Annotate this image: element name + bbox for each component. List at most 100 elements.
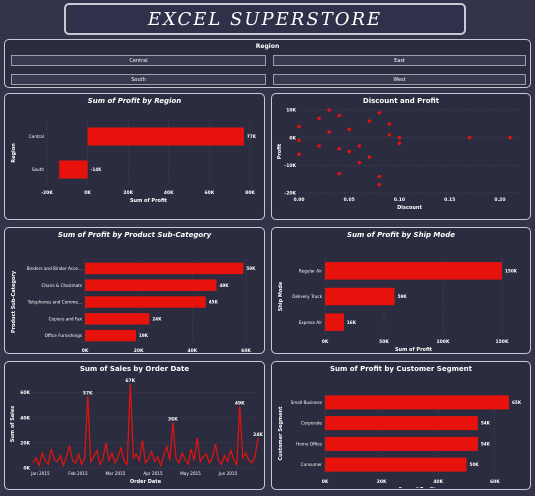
category-label: Chairs & Chairmats — [41, 283, 82, 288]
region-slicer: Region Central East South West — [4, 39, 531, 88]
slicer-title: Region — [255, 43, 280, 50]
category-label: Consumer — [301, 462, 323, 467]
profit-by-segment-panel: Sum of Profit by Customer Segment 0K 20K 4… — [271, 361, 531, 490]
x-tick-label: -20K — [41, 190, 53, 196]
data-label: 57K — [83, 390, 93, 396]
x-tick-label: 40K — [187, 348, 197, 352]
x-tick-label: 60K — [205, 190, 215, 196]
y-tick-label: 60K — [20, 390, 30, 396]
category-label: Office Furnishings — [45, 333, 82, 338]
chart-title: Sum of Profit by Product Sub-Category — [57, 231, 212, 239]
x-tick-label: 0K — [322, 479, 329, 485]
scatter-point — [347, 127, 351, 132]
x-axis-label: Sum of Profit — [398, 487, 436, 488]
y-tick-label: -20K — [284, 191, 296, 197]
x-tick-label: 50K — [379, 339, 389, 345]
category-label: Telephones and Comme... — [27, 300, 82, 305]
data-label: 77K — [247, 134, 257, 139]
scatter-point — [327, 108, 331, 112]
x-tick-label: 0.20 — [494, 197, 505, 203]
scatter-point — [468, 135, 472, 140]
dashboard-title: EXCEL SUPERSTORE — [147, 9, 383, 30]
profit-by-shipmode-chart: 0K 50K 100K 150K Regular Air 150K Delivery Tru… — [278, 258, 518, 352]
scatter-point — [297, 138, 301, 143]
profit-by-region-panel: Sum of Profit by Region -20K 0K 20K 40K 60K 8… — [4, 93, 265, 220]
data-label: 65K — [512, 400, 522, 405]
x-tick-label: 40K — [164, 190, 174, 196]
category-label: Central — [29, 134, 44, 139]
category-label: Express Air — [299, 320, 323, 325]
dashboard-title-panel: EXCEL SUPERSTORE — [64, 3, 466, 35]
discount-profit-panel: Discount and Profit 10K 0K -10K -20K 0.00 0.0… — [271, 93, 531, 220]
chart-title: Discount and Profit — [362, 97, 440, 105]
scatter-point — [317, 116, 321, 120]
y-axis-label: Product Sub-Category — [11, 270, 17, 333]
category-label: Binders and Binder Acce... — [27, 266, 82, 271]
x-axis-label: Sum of Profit — [395, 347, 433, 352]
scatter-point — [387, 122, 392, 126]
scatter-point — [377, 174, 382, 179]
scatter-point — [397, 135, 402, 140]
category-label: South — [32, 167, 45, 172]
scatter-point — [297, 152, 301, 156]
sales-by-date-panel: Sum of Sales by Order Date 0K 20K 40K 60K Ja… — [4, 361, 265, 490]
data-label: 59K — [398, 294, 408, 299]
scatter-point — [377, 183, 382, 187]
scatter-point — [337, 147, 341, 151]
bar — [85, 279, 217, 291]
x-tick-label: 0K — [322, 339, 329, 345]
x-tick-label: Feb 2015 — [68, 471, 88, 476]
category-label: Small Business — [291, 400, 322, 405]
x-tick-label: 20K — [377, 479, 387, 485]
chart-title: Sum of Profit by Region — [87, 97, 182, 105]
scatter-point — [327, 130, 331, 134]
scatter-point — [317, 144, 321, 148]
x-axis-label: Discount — [397, 205, 422, 211]
scatter-point — [337, 113, 341, 118]
data-label: 54K — [481, 441, 491, 446]
x-tick-label: 0.05 — [344, 197, 355, 203]
profit-by-subcategory-chart: 0K 20K 40K 60K Binders and Binder Acce... 59K… — [11, 260, 256, 352]
slicer-option-central[interactable]: Central — [11, 55, 266, 66]
bar — [85, 296, 206, 308]
x-tick-label: Apr 2015 — [143, 471, 163, 476]
slicer-option-west[interactable]: West — [273, 74, 526, 85]
x-tick-label: 40K — [433, 479, 443, 485]
data-label: 67K — [125, 378, 135, 384]
y-axis-label: Region — [11, 143, 17, 163]
y-axis-label: Ship Mode — [278, 281, 284, 311]
profit-by-subcategory-panel: Sum of Profit by Product Sub-Category 0K… — [4, 227, 265, 354]
y-tick-label: 0K — [23, 466, 30, 472]
y-tick-label: 10K — [286, 108, 296, 114]
scatter-point — [508, 135, 512, 140]
slicer-option-south[interactable]: South — [11, 74, 266, 85]
scatter-point — [387, 133, 392, 137]
x-tick-label: Jun 2015 — [218, 471, 238, 476]
data-label: 49K — [219, 283, 229, 288]
x-tick-label: 100K — [437, 339, 450, 345]
y-axis-label: Profit — [277, 143, 283, 159]
scatter-point — [367, 155, 372, 159]
x-axis-label: Sum of Profit — [130, 198, 168, 204]
data-label: 19K — [139, 333, 149, 338]
scatter-point — [297, 124, 301, 129]
x-tick-label: 20K — [123, 190, 133, 196]
slicer-option-east[interactable]: East — [273, 55, 526, 66]
y-tick-label: 40K — [20, 415, 30, 421]
y-tick-label: 20K — [20, 440, 30, 446]
y-axis-label: Customer Segment — [278, 406, 284, 461]
category-label: Copiers and Fax — [49, 316, 83, 321]
scatter-point — [397, 141, 402, 145]
bar — [325, 436, 478, 451]
x-tick-label: 60K — [490, 479, 500, 485]
scatter-point — [367, 119, 372, 123]
scatter-point — [337, 171, 341, 176]
x-tick-label: Mar 2015 — [106, 471, 126, 476]
bar — [85, 262, 244, 275]
data-label: -14K — [91, 167, 103, 172]
category-label: Regular Air — [299, 268, 322, 273]
x-tick-label: 0K — [82, 348, 89, 352]
bar — [59, 160, 88, 179]
category-label: Corporate — [301, 421, 322, 426]
x-axis-label: Order Date — [130, 479, 162, 485]
